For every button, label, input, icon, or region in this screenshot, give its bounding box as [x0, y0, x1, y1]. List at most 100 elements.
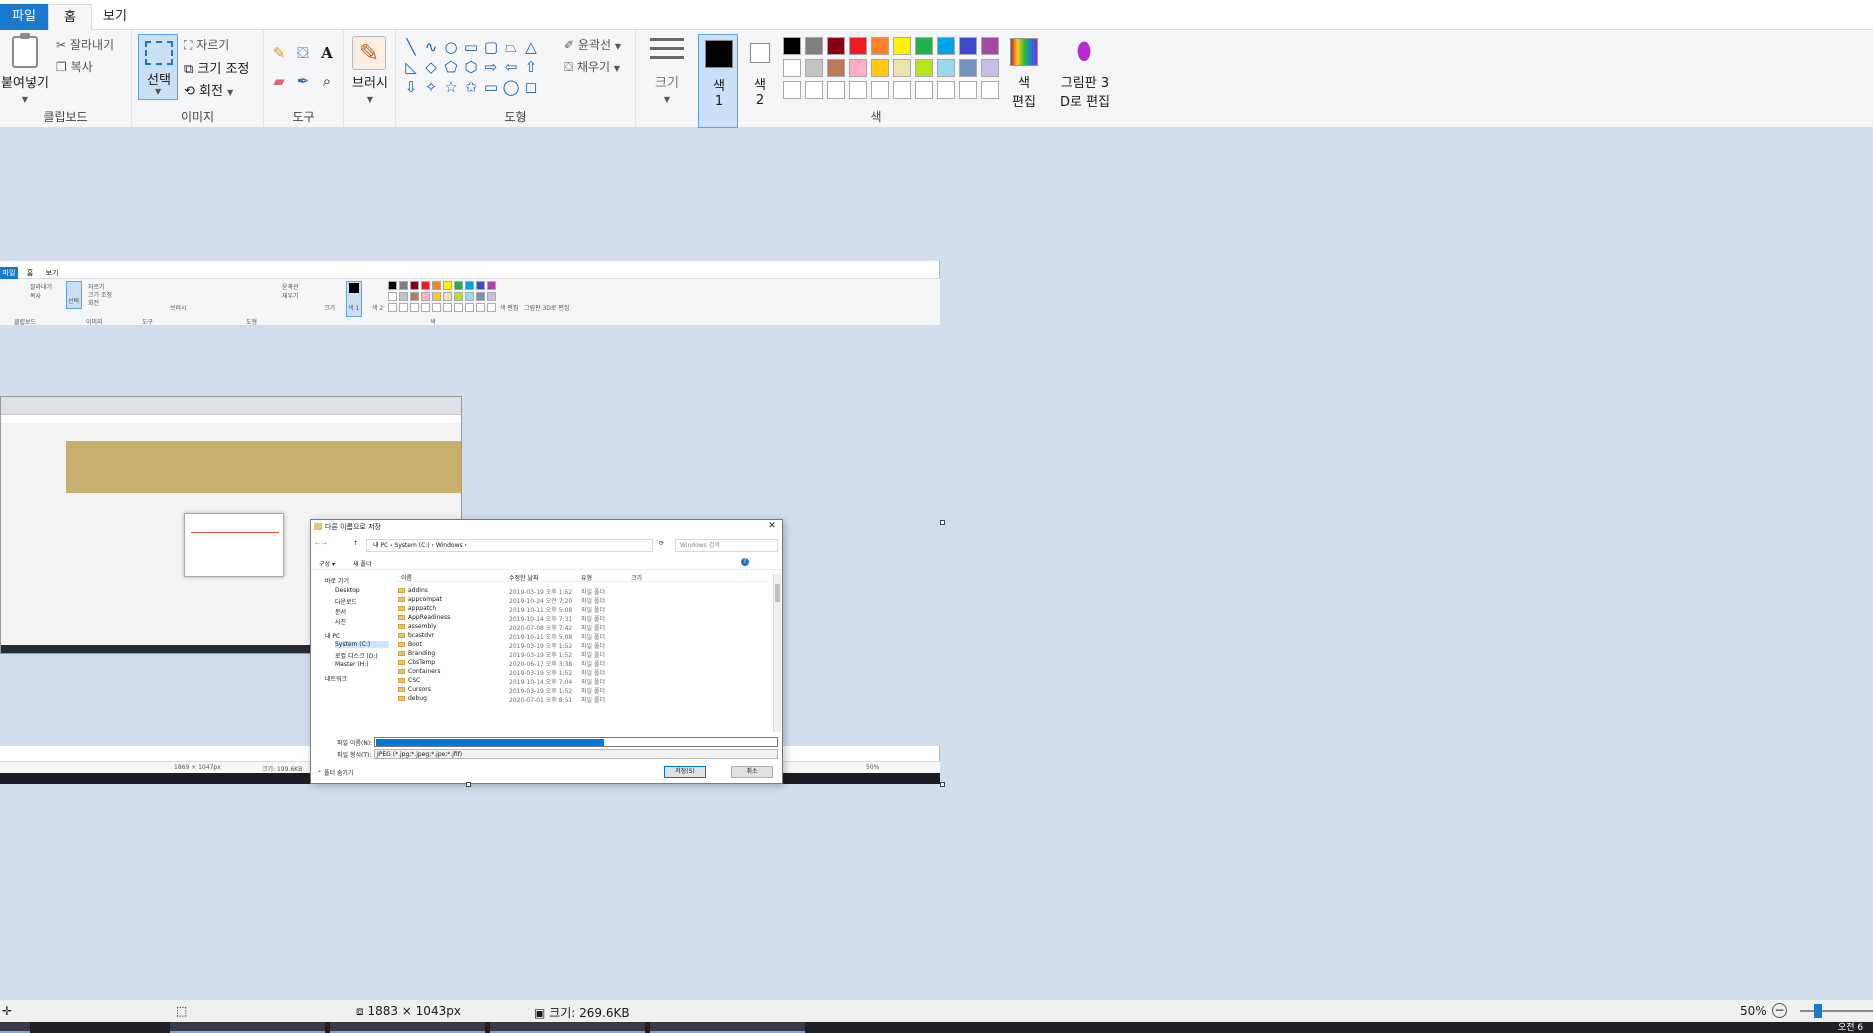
- paint3d-icon[interactable]: ⬮: [1071, 36, 1097, 66]
- column-name: 이름: [401, 575, 413, 582]
- brush-icon[interactable]: ✎: [352, 36, 386, 70]
- magnifier-icon[interactable]: ⌕: [318, 72, 336, 90]
- taskbar-app-1[interactable]: [170, 1022, 325, 1033]
- folder-icon: [314, 523, 322, 530]
- inner-group-colors: 색: [430, 319, 436, 326]
- save-disk-icon: ▣: [534, 1006, 550, 1020]
- shape-item[interactable]: ⏢: [502, 38, 520, 56]
- new-folder-button: 새 폴더: [353, 561, 372, 568]
- shape-item[interactable]: ▢: [482, 38, 500, 56]
- shape-item[interactable]: ▭: [482, 78, 500, 96]
- file-name: CbsTemp: [408, 659, 436, 666]
- file-list: 이름 수정한 날짜 유형 크기 addins 2019-03-19 오후 1:52…: [397, 572, 770, 732]
- shape-item[interactable]: ▭: [462, 38, 480, 56]
- select-button[interactable]: 선택 ▼: [138, 34, 178, 100]
- shape-item[interactable]: ⇩: [402, 78, 420, 96]
- shape-item[interactable]: ○: [442, 38, 460, 56]
- taskbar-app-4[interactable]: [650, 1022, 805, 1033]
- folder-icon: [398, 633, 405, 638]
- resize-handle-corner[interactable]: [940, 782, 945, 787]
- crop-button[interactable]: ⛶ 자르기: [184, 36, 229, 53]
- inner-palette-swatch: [432, 292, 441, 301]
- shape-item[interactable]: ◯: [502, 78, 520, 96]
- inner-palette-swatch: [388, 303, 397, 312]
- shapes-gallery[interactable]: ╲ ∿ ○ ▭ ▢ ⏢ △ ◺ ◇ ⬠ ⬡ ⇨ ⇦ ⇧ ⇩ ✧ ☆ ✩ ▭ ◯ ◻: [402, 38, 547, 98]
- pencil-icon[interactable]: ✎: [270, 44, 288, 62]
- taskbar-app-3[interactable]: [490, 1022, 645, 1033]
- shape-item[interactable]: △: [522, 38, 540, 56]
- shape-item[interactable]: ☆: [442, 78, 460, 96]
- fill-button[interactable]: ⛋ 채우기 ▼: [564, 58, 620, 75]
- inner-color1-swatch: [349, 283, 359, 293]
- shape-item[interactable]: ⇦: [502, 58, 520, 76]
- shape-item[interactable]: ◻: [522, 78, 540, 96]
- rotate-button[interactable]: ⟲ 회전 ▼: [184, 80, 233, 99]
- fill-bucket-icon[interactable]: ⛋: [294, 44, 312, 62]
- inner-tab-file: 파일: [0, 267, 18, 279]
- inner-group-clipboard: 클립보드: [14, 319, 37, 326]
- file-size: ▣ 크기: 269.6KB: [534, 1006, 630, 1020]
- group-label-colors: 색: [870, 110, 882, 124]
- shape-item[interactable]: ✧: [422, 78, 440, 96]
- cut-button[interactable]: ✂ 잘라내기: [56, 36, 114, 53]
- address-bar: 내 PC › System (C:) › Windows ›: [366, 539, 653, 552]
- shape-item[interactable]: ∿: [422, 38, 440, 56]
- shape-item[interactable]: ✩: [462, 78, 480, 96]
- inner-palette-swatch: [454, 303, 463, 312]
- edit-paint3d-button[interactable]: 그림판 3 D로 편집: [1052, 72, 1118, 110]
- inner-cut: 잘라내기: [30, 284, 53, 291]
- inner-fill: 채우기: [282, 293, 299, 300]
- tab-home[interactable]: 홈: [48, 4, 92, 30]
- selection-size-icon: ⬚: [176, 1004, 188, 1018]
- canvas-image[interactable]: 파일 홈 보기 잘라내기 복사 자르기 크기 조정 회전 선택 브러시 윤곽선 …: [0, 261, 940, 784]
- inner-palette-swatch: [454, 292, 463, 301]
- shape-item[interactable]: ◺: [402, 58, 420, 76]
- dialog-nav: ← → ↑ 내 PC › System (C:) › Windows › ⟳ W…: [311, 536, 782, 554]
- filename-label: 파일 이름(N):: [337, 740, 373, 747]
- shape-item[interactable]: ⬡: [462, 58, 480, 76]
- color-picker-icon[interactable]: ✒: [294, 72, 312, 90]
- size-lines-icon[interactable]: [650, 38, 684, 68]
- column-date: 수정한 날짜: [509, 575, 539, 582]
- shape-item[interactable]: ╲: [402, 38, 420, 56]
- help-icon: ?: [741, 558, 749, 566]
- paste-icon[interactable]: [12, 33, 38, 68]
- zoom-slider[interactable]: [1800, 1010, 1873, 1012]
- inner-ribbon: 잘라내기 복사 자르기 크기 조정 회전 선택 브러시 윤곽선 채우기 크기 색…: [0, 279, 940, 326]
- image-dims-icon: ⧈: [356, 1004, 368, 1018]
- shape-item[interactable]: ⬠: [442, 58, 460, 76]
- nav-item: Master (H:): [335, 661, 369, 668]
- shape-item[interactable]: ◇: [422, 58, 440, 76]
- color-wheel-icon[interactable]: [1010, 38, 1038, 66]
- resize-handle-bottom[interactable]: [466, 782, 471, 787]
- shape-item[interactable]: ⇨: [482, 58, 500, 76]
- canvas-workspace[interactable]: 파일 홈 보기 잘라내기 복사 자르기 크기 조정 회전 선택 브러시 윤곽선 …: [0, 128, 1873, 999]
- tab-file[interactable]: 파일: [0, 4, 48, 30]
- copy-button[interactable]: ❐ 복사: [56, 58, 93, 75]
- brushes-button[interactable]: 브러시 ▼: [344, 72, 396, 106]
- shape-item[interactable]: ⇧: [522, 58, 540, 76]
- dialog-title-bar: 다른 이름으로 저장 ✕: [311, 520, 782, 536]
- edit-colors-button[interactable]: 색 편집: [1004, 72, 1044, 110]
- zoom-slider-thumb[interactable]: [1814, 1004, 1823, 1018]
- ribbon: 붙여넣기 ▼ ✂ 잘라내기 ❐ 복사 클립보드 이미지 선택 ▼ ⛶ 자르기 ⧉ …: [0, 30, 1873, 128]
- inner-palette-swatch: [454, 281, 463, 290]
- outline-button[interactable]: ✐ 윤곽선 ▼: [564, 36, 621, 53]
- tab-view[interactable]: 보기: [95, 4, 135, 30]
- nav-item: 바로 가기: [325, 578, 349, 585]
- resize-button[interactable]: ⧉ 크기 조정: [184, 58, 249, 77]
- text-tool-icon[interactable]: A: [318, 44, 336, 62]
- zoom-out-button[interactable]: −: [1772, 1003, 1787, 1018]
- image-dims: ⧈ 1883 × 1043px: [356, 1004, 461, 1018]
- inner-palette-swatch: [476, 281, 485, 290]
- column-size: 크기: [631, 575, 643, 582]
- start-button[interactable]: [0, 1022, 30, 1033]
- eraser-icon[interactable]: ▰: [270, 72, 288, 90]
- file-name: Cursors: [408, 686, 431, 693]
- size-button[interactable]: 크기 ▼: [644, 72, 690, 106]
- taskbar-app-2[interactable]: [330, 1022, 485, 1033]
- folder-icon: [398, 669, 405, 674]
- paste-button[interactable]: 붙여넣기 ▼: [0, 72, 50, 106]
- resize-handle-right[interactable]: [940, 520, 945, 525]
- folder-icon: [398, 597, 405, 602]
